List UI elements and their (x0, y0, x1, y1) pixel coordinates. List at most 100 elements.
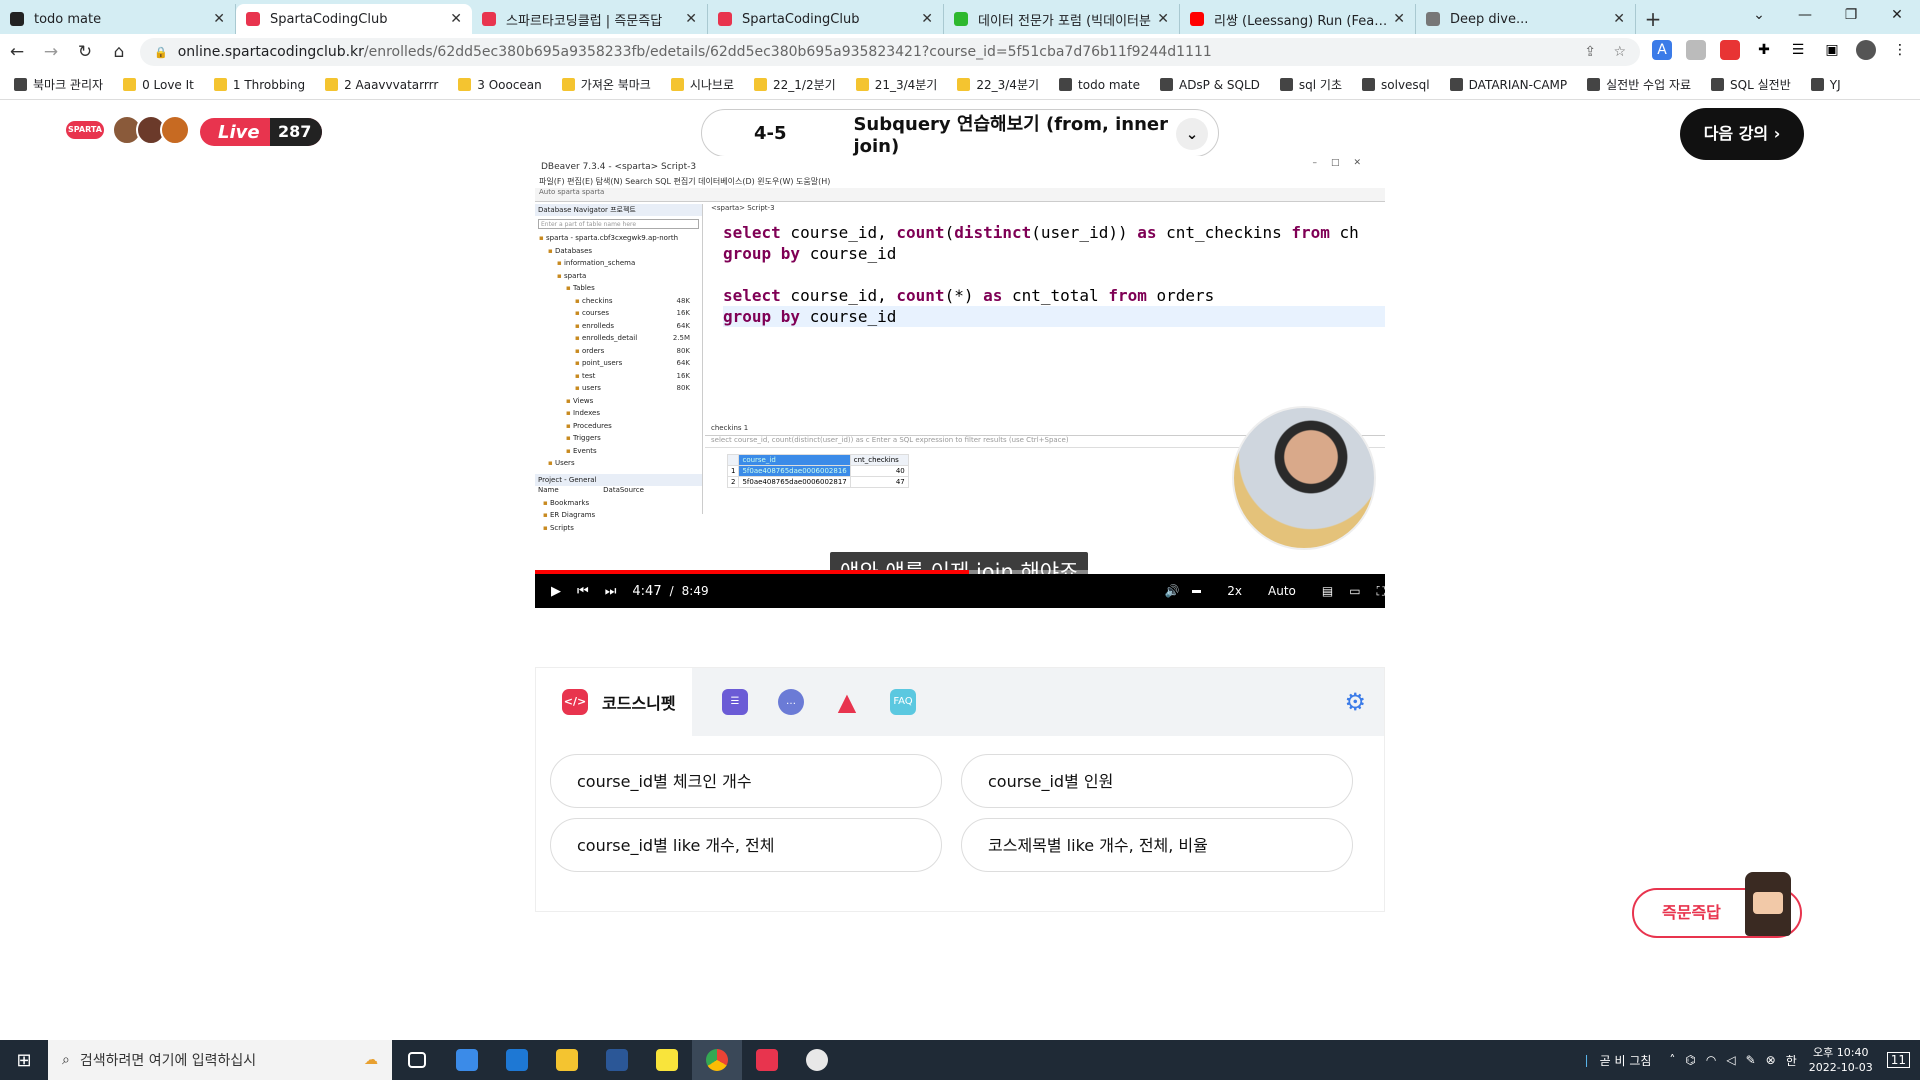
back-icon[interactable]: ← (0, 42, 34, 62)
browser-tab[interactable]: 스파르타코딩클럽 | 즉문즉답 ✕ (472, 4, 708, 34)
bookmark-item[interactable]: ADsP & SQLD (1159, 78, 1260, 92)
volume-tray-icon[interactable]: ◁ (1726, 1053, 1735, 1067)
snippet-item[interactable]: 코스제목별 like 개수, 전체, 비율 (961, 818, 1353, 872)
weather-widget-icon[interactable]: ☁ (364, 1052, 378, 1068)
bookmark-item[interactable]: todo mate (1059, 78, 1140, 92)
sparta-logo[interactable]: SPARTA (66, 121, 104, 139)
lecture-selector[interactable]: 4-5 Subquery 연습해보기 (from, inner join) ⌄ (701, 109, 1219, 157)
pen-icon[interactable]: ✎ (1746, 1053, 1756, 1067)
windows-start-icon[interactable]: ⊞ (0, 1050, 48, 1071)
wifi-icon[interactable]: ◠ (1706, 1053, 1716, 1067)
fullscreen-icon[interactable]: ⛶ (1377, 584, 1385, 599)
mail-icon[interactable] (492, 1040, 542, 1080)
profile-avatar[interactable] (1856, 40, 1876, 60)
snippet-item[interactable]: course_id별 체크인 개수 (550, 754, 942, 808)
sticky-notes-icon[interactable] (642, 1040, 692, 1080)
taskbar-search[interactable]: ⌕ 검색하려면 여기에 입력하십시 ☁ (48, 1040, 392, 1080)
home-icon[interactable]: ⌂ (102, 42, 136, 62)
bookmark-item[interactable]: 2 Aaavvvatarrrr (325, 78, 438, 92)
close-tab-icon[interactable]: ✕ (921, 11, 933, 27)
bookmark-item[interactable]: 3 Ooocean (458, 78, 542, 92)
warning-icon[interactable]: ▲ (834, 689, 860, 715)
extension-icon[interactable] (1686, 40, 1706, 60)
faq-icon[interactable]: FAQ (890, 689, 916, 715)
bookmark-item[interactable]: 실전반 수업 자료 (1587, 76, 1691, 93)
tab-code-snippet[interactable]: </> 코드스니펫 (536, 668, 692, 736)
ime-icon[interactable]: 한 (1786, 1052, 1797, 1069)
dbeaver-icon[interactable] (792, 1040, 842, 1080)
next-lecture-button[interactable]: 다음 강의 › (1680, 108, 1804, 160)
tray-chevron-icon[interactable]: ˄ (1669, 1053, 1675, 1067)
bookmark-item[interactable]: 가져온 북마크 (561, 76, 651, 93)
pip-icon[interactable]: ▭ (1349, 584, 1360, 598)
close-window-button[interactable]: ✕ (1874, 0, 1920, 30)
app-red-icon[interactable] (742, 1040, 792, 1080)
bookmark-item[interactable]: 0 Love It (123, 78, 194, 92)
url-bar[interactable]: 🔒 online.spartacodingclub.kr/enrolleds/6… (140, 38, 1640, 66)
task-view-icon[interactable] (392, 1040, 442, 1080)
quality-button[interactable]: Auto (1268, 584, 1296, 598)
explorer-icon[interactable] (542, 1040, 592, 1080)
bookmark-item[interactable]: 1 Throbbing (213, 78, 305, 92)
minimize-button[interactable]: — (1782, 0, 1828, 30)
bookmark-item[interactable]: SQL 실전반 (1711, 76, 1791, 93)
browser-tab[interactable]: todo mate ✕ (0, 4, 236, 34)
forward-icon[interactable]: → (34, 42, 68, 62)
previous-icon[interactable]: ⏮ (577, 584, 589, 599)
store-icon[interactable] (442, 1040, 492, 1080)
video-player[interactable]: DBeaver 7.3.4 - <sparta> Script-3 –□✕ 파일… (535, 156, 1385, 637)
play-icon[interactable]: ▶ (551, 584, 561, 599)
snippet-item[interactable]: course_id별 like 개수, 전체 (550, 818, 942, 872)
tab-search-icon[interactable]: ⌄ (1736, 0, 1782, 30)
browser-tab[interactable]: SpartaCodingClub ✕ (708, 4, 944, 34)
gear-icon[interactable]: ⚙ (1344, 688, 1366, 716)
star-icon[interactable]: ☆ (1613, 44, 1626, 60)
browser-tab[interactable]: 데이터 전문가 포럼 (빅데이터분 ✕ (944, 4, 1180, 34)
volume-icon[interactable]: 🔊 (1165, 584, 1180, 598)
close-tab-icon[interactable]: ✕ (450, 11, 462, 27)
chat-icon[interactable]: … (778, 689, 804, 715)
new-tab-button[interactable]: + (1636, 4, 1670, 34)
extension-red-icon[interactable] (1720, 40, 1740, 60)
bookmark-item[interactable]: 시나브로 (670, 76, 734, 93)
reload-icon[interactable]: ↻ (68, 42, 102, 62)
note-icon[interactable]: ☰ (722, 689, 748, 715)
menu-icon[interactable]: ⋮ (1890, 40, 1910, 60)
browser-tab[interactable]: Deep dive... ✕ (1416, 4, 1636, 34)
bookmark-item[interactable]: sql 기초 (1279, 76, 1342, 93)
volume-slider[interactable] (1191, 589, 1202, 593)
close-tab-icon[interactable]: ✕ (213, 11, 225, 27)
snippet-item[interactable]: course_id별 인원 (961, 754, 1353, 808)
bookmark-item[interactable]: DATARIAN-CAMP (1449, 78, 1567, 92)
close-tab-icon[interactable]: ✕ (1613, 11, 1625, 27)
next-icon[interactable]: ⏭ (605, 584, 617, 599)
bookmark-item[interactable]: 22_1/2분기 (754, 76, 836, 93)
bookmark-icon (1362, 78, 1376, 91)
input-icon[interactable]: ⊗ (1766, 1053, 1776, 1067)
notification-icon[interactable]: 11 (1886, 1052, 1910, 1068)
calculator-icon[interactable] (592, 1040, 642, 1080)
close-tab-icon[interactable]: ✕ (1157, 11, 1169, 27)
sidebar-icon[interactable]: ▣ (1822, 40, 1842, 60)
maximize-button[interactable]: ❐ (1828, 0, 1874, 30)
browser-tab[interactable]: SpartaCodingClub ✕ (236, 4, 472, 34)
close-tab-icon[interactable]: ✕ (1393, 11, 1405, 27)
bookmark-item[interactable]: 북마크 관리자 (14, 76, 103, 93)
captions-icon[interactable]: ▤ (1322, 584, 1333, 598)
chevron-down-icon[interactable]: ⌄ (1176, 118, 1208, 150)
speed-button[interactable]: 2x (1227, 584, 1242, 598)
clock[interactable]: 오후 10:40 2022-10-03 (1809, 1045, 1873, 1075)
bookmark-item[interactable]: 21_3/4분기 (855, 76, 937, 93)
network-icon[interactable]: ⌬ (1685, 1053, 1695, 1067)
bookmark-item[interactable]: solvesql (1362, 78, 1430, 92)
live-badge[interactable]: Live 287 ⌄ (200, 118, 322, 169)
translate-extension-icon[interactable]: A (1652, 40, 1672, 60)
chrome-icon[interactable] (692, 1040, 742, 1080)
browser-tab[interactable]: 리쌍 (Leessang) Run (Feat YB) ✕ (1180, 4, 1416, 34)
puzzle-icon[interactable]: ✚ (1754, 40, 1774, 60)
reading-list-icon[interactable]: ☰ (1788, 40, 1808, 60)
bookmark-item[interactable]: 22_3/4분기 (957, 76, 1039, 93)
close-tab-icon[interactable]: ✕ (685, 11, 697, 27)
bookmark-item[interactable]: YJ (1810, 78, 1841, 92)
share-icon[interactable]: ⇪ (1584, 44, 1596, 60)
